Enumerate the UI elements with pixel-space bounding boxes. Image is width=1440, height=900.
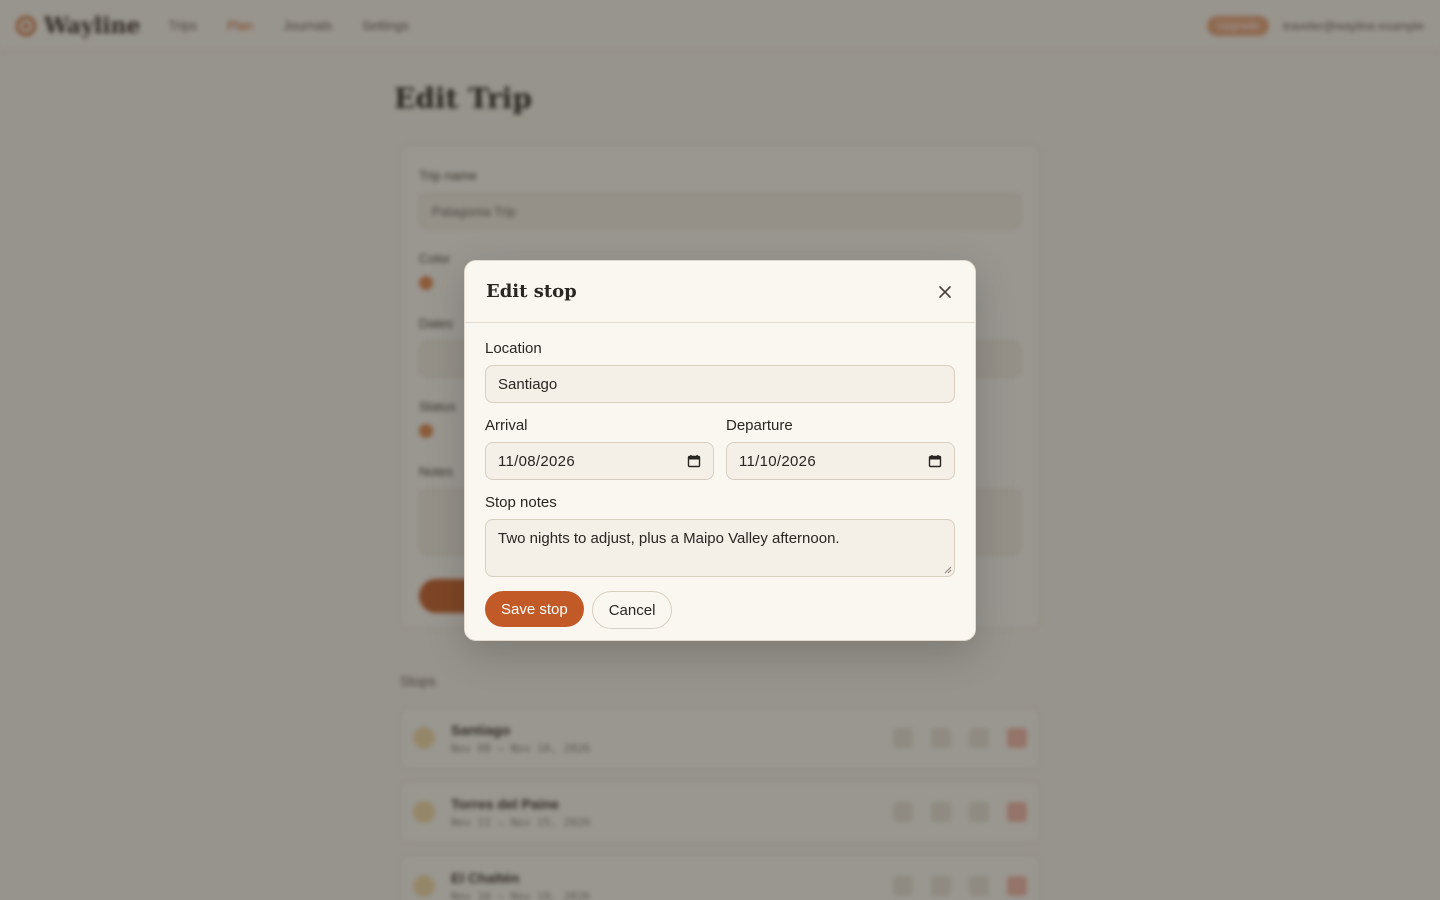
stop-notes-textarea[interactable]: Two nights to adjust, plus a Maipo Valle… xyxy=(485,519,955,577)
calendar-icon[interactable] xyxy=(928,454,942,468)
arrival-date-value: 11/08/2026 xyxy=(498,452,575,470)
cancel-button[interactable]: Cancel xyxy=(591,591,673,629)
arrival-field: Arrival 11/08/2026 xyxy=(485,417,714,480)
departure-label: Departure xyxy=(726,417,793,434)
dialog-body: Location Santiago Arrival 11/08/2026 Dep… xyxy=(465,323,975,629)
calendar-icon[interactable] xyxy=(687,454,701,468)
arrival-date-input[interactable]: 11/08/2026 xyxy=(485,442,714,480)
departure-date-value: 11/10/2026 xyxy=(739,452,816,470)
dialog-header: Edit stop xyxy=(465,261,975,323)
location-input[interactable]: Santiago xyxy=(485,365,955,403)
stop-notes-value: Two nights to adjust, plus a Maipo Valle… xyxy=(498,530,840,547)
location-label: Location xyxy=(485,340,542,357)
close-icon xyxy=(939,285,951,298)
resize-handle-icon[interactable] xyxy=(944,566,952,574)
dialog-actions: Save stop Cancel xyxy=(485,589,955,629)
arrival-label: Arrival xyxy=(485,417,528,434)
departure-field: Departure 11/10/2026 xyxy=(726,417,955,480)
notes-field: Stop notes Two nights to adjust, plus a … xyxy=(485,494,955,577)
departure-date-input[interactable]: 11/10/2026 xyxy=(726,442,955,480)
date-row: Arrival 11/08/2026 Departure 11/10/2026 xyxy=(485,417,955,480)
dialog-title: Edit stop xyxy=(486,281,577,302)
close-button[interactable] xyxy=(932,279,958,305)
stop-notes-label: Stop notes xyxy=(485,494,557,511)
save-stop-button[interactable]: Save stop xyxy=(485,591,584,627)
edit-stop-dialog: Edit stop Location Santiago Arrival 11/0… xyxy=(464,260,976,641)
